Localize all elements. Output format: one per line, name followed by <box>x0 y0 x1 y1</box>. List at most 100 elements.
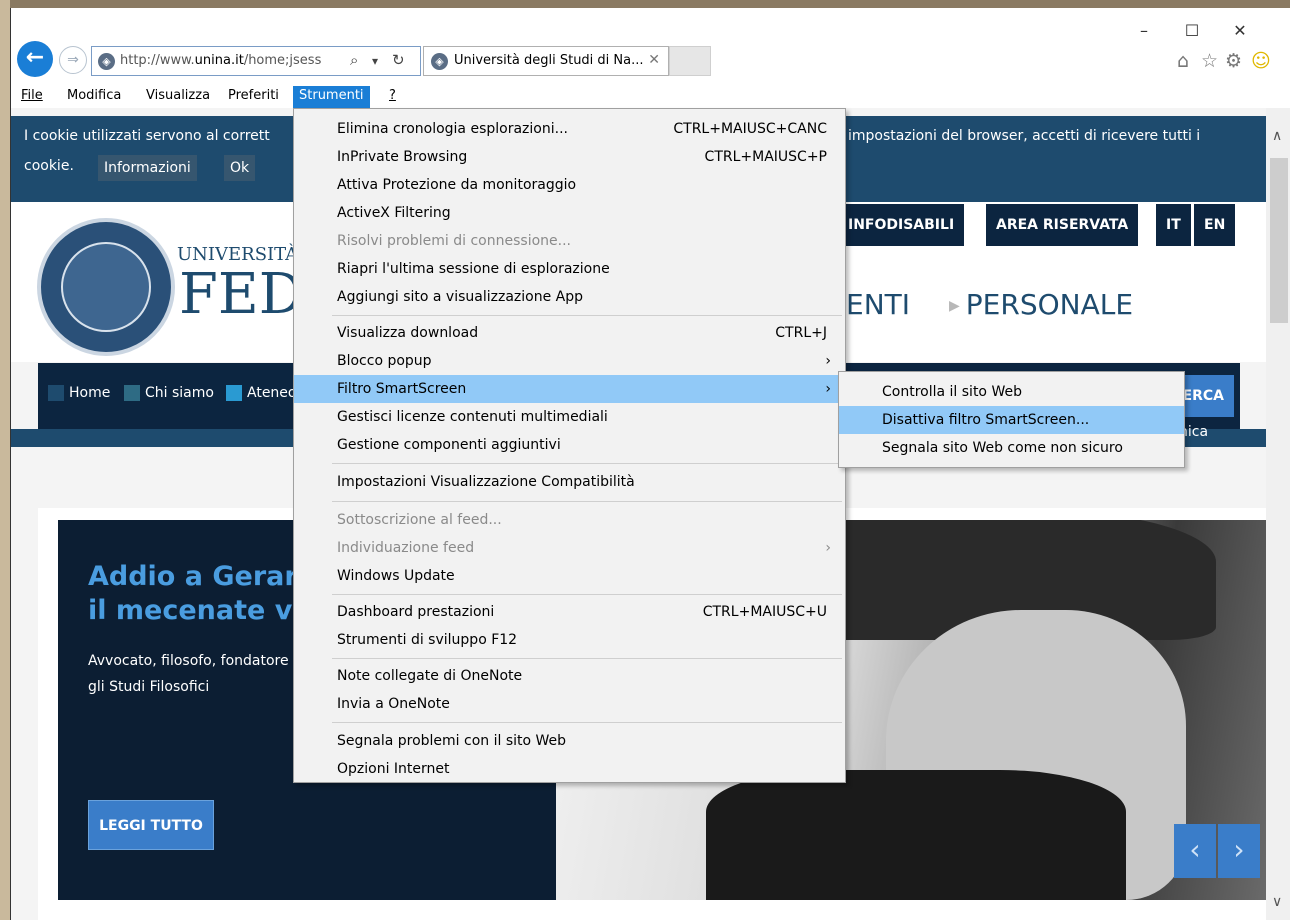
topnav-area-riservata[interactable]: AREA RISERVATA <box>986 204 1139 246</box>
tab-globe-icon: ◈ <box>431 53 448 70</box>
menu-item-segnala-problemi[interactable]: Segnala problemi con il sito Web <box>294 727 845 755</box>
hero-subtitle-line2: gli Studi Filosofici <box>88 679 210 695</box>
menu-item-label: Individuazione feed <box>337 540 475 556</box>
menu-item-compatibilita[interactable]: Impostazioni Visualizzazione Compatibili… <box>294 468 845 496</box>
menu-item-note-onenote[interactable]: Note collegate di OneNote <box>294 662 845 690</box>
topnav-infodisabili[interactable]: INFODISABILI <box>838 204 965 246</box>
menu-item-blocco-popup[interactable]: Blocco popup › <box>294 347 845 375</box>
menu-item-label: Opzioni Internet <box>337 761 450 777</box>
cookie-ok-button[interactable]: Ok <box>224 155 256 181</box>
tools-menu: Elimina cronologia esplorazioni... CTRL+M… <box>293 108 846 783</box>
smartscreen-submenu: Controlla il sito Web Disattiva filtro S… <box>838 371 1185 468</box>
hero-subtitle-line1: Avvocato, filosofo, fondatore <box>88 653 289 669</box>
triangle-right-icon: ▶ <box>949 298 960 314</box>
carousel-next-icon[interactable]: › <box>1218 824 1260 878</box>
menu-bar: File Modifica Visualizza Preferiti Strum… <box>11 86 1290 108</box>
hero-title[interactable]: Addio a Gerarc il mecenate vi <box>88 560 314 628</box>
menu-item-visualizza-download[interactable]: Visualizza download CTRL+J <box>294 319 845 347</box>
home-icon[interactable]: ⌂ <box>1177 50 1189 72</box>
gear-icon[interactable]: ⚙ <box>1225 50 1242 72</box>
search-icon[interactable]: ⌕ <box>350 51 358 69</box>
chevron-right-icon: › <box>825 381 831 397</box>
menu-item-dashboard-prestazioni[interactable]: Dashboard prestazioni CTRL+MAIUSC+U <box>294 598 845 626</box>
favorites-star-icon[interactable]: ☆ <box>1201 50 1218 72</box>
menu-item-label: Filtro SmartScreen <box>337 381 467 397</box>
menu-visualizza[interactable]: Visualizza <box>140 86 216 108</box>
back-button[interactable]: ← <box>17 41 53 77</box>
menu-item-label: Strumenti di sviluppo F12 <box>337 632 518 648</box>
close-tab-icon[interactable]: ✕ <box>648 52 660 68</box>
menu-item-label: Riapri l'ultima sessione di esplorazione <box>337 261 610 277</box>
menu-item-label: Attiva Protezione da monitoraggio <box>337 177 577 193</box>
submenu-item-controlla-sito[interactable]: Controlla il sito Web <box>839 378 1184 406</box>
bignav-enti[interactable]: ENTI <box>846 288 910 321</box>
url-suffix: /home;jsess <box>243 53 322 68</box>
menu-item-invia-onenote[interactable]: Invia a OneNote <box>294 690 845 718</box>
minimize-icon[interactable]: – <box>1121 16 1167 46</box>
submenu-item-segnala-non-sicuro[interactable]: Segnala sito Web come non sicuro <box>839 434 1184 462</box>
menu-item-label: Impostazioni Visualizzazione Compatibili… <box>337 474 635 490</box>
refresh-icon[interactable]: ↻ <box>392 51 405 69</box>
menu-help[interactable]: ? <box>383 86 402 108</box>
menu-file[interactable]: File <box>15 86 49 108</box>
maximize-icon[interactable]: ☐ <box>1169 16 1215 46</box>
bignav-personale[interactable]: ▶ PERSONALE <box>949 288 1133 321</box>
carousel-prev-icon[interactable]: ‹ <box>1174 824 1216 878</box>
menu-modifica[interactable]: Modifica <box>61 86 127 108</box>
menu-item-label: Note collegate di OneNote <box>337 668 523 684</box>
read-more-button[interactable]: LEGGI TUTTO <box>88 800 214 850</box>
submenu-item-label: Controlla il sito Web <box>882 384 1022 400</box>
menu-item-gestisci-licenze[interactable]: Gestisci licenze contenuti multimediali <box>294 403 845 431</box>
menu-item-label: Invia a OneNote <box>337 696 450 712</box>
menu-preferiti[interactable]: Preferiti <box>222 86 285 108</box>
menu-help-label: ? <box>389 88 396 103</box>
scroll-up-icon[interactable]: ∧ <box>1272 128 1282 144</box>
menu-item-riapri-sessione[interactable]: Riapri l'ultima sessione di esplorazione <box>294 255 845 283</box>
lang-it[interactable]: IT <box>1156 204 1191 246</box>
university-seal-logo[interactable] <box>37 218 175 356</box>
new-tab-button[interactable] <box>669 46 711 76</box>
menu-item-label: Risolvi problemi di connessione... <box>337 233 571 249</box>
scroll-thumb[interactable] <box>1270 158 1288 323</box>
smiley-feedback-icon[interactable]: ☺ <box>1251 50 1271 72</box>
nav-chi-siamo[interactable]: Chi siamo <box>124 385 214 401</box>
hero-title-line2: il mecenate vi <box>88 595 302 626</box>
menu-separator <box>332 658 842 659</box>
chevron-right-icon: › <box>825 540 831 556</box>
menu-item-sottoscrizione-feed: Sottoscrizione al feed... <box>294 506 845 534</box>
menu-item-windows-update[interactable]: Windows Update <box>294 562 845 590</box>
menu-item-opzioni-internet[interactable]: Opzioni Internet <box>294 755 845 783</box>
site-globe-icon: ◈ <box>98 53 115 70</box>
menu-item-filtro-smartscreen[interactable]: Filtro SmartScreen › <box>294 375 845 403</box>
menu-separator <box>332 594 842 595</box>
nav-ateneo[interactable]: Ateneo <box>226 385 297 401</box>
cookie-info-button[interactable]: Informazioni <box>98 155 197 181</box>
scroll-down-icon[interactable]: ∨ <box>1272 894 1282 910</box>
menu-item-elimina-cronologia[interactable]: Elimina cronologia esplorazioni... CTRL+M… <box>294 115 845 143</box>
menu-item-risolvi-problemi: Risolvi problemi di connessione... <box>294 227 845 255</box>
menu-item-protezione-monitoraggio[interactable]: Attiva Protezione da monitoraggio <box>294 171 845 199</box>
menu-item-inprivate[interactable]: InPrivate Browsing CTRL+MAIUSC+P <box>294 143 845 171</box>
menu-item-activex-filtering[interactable]: ActiveX Filtering <box>294 199 845 227</box>
menu-strumenti[interactable]: Strumenti <box>293 86 370 108</box>
lang-en[interactable]: EN <box>1194 204 1236 246</box>
address-bar[interactable]: ◈ http://www.unina.it/home;jsess ⌕ ▾ ↻ <box>91 46 421 76</box>
chevron-right-icon: › <box>825 353 831 369</box>
menu-item-shortcut: CTRL+MAIUSC+U <box>702 604 827 620</box>
menu-item-sviluppo-f12[interactable]: Strumenti di sviluppo F12 <box>294 626 845 654</box>
close-window-icon[interactable]: ✕ <box>1217 16 1263 46</box>
nav-chi-siamo-label: Chi siamo <box>145 385 214 401</box>
vertical-scrollbar[interactable]: ∧ ∨ <box>1266 108 1290 920</box>
menu-item-gestione-componenti[interactable]: Gestione componenti aggiuntivi <box>294 431 845 459</box>
chevron-down-icon[interactable]: ▾ <box>372 54 378 68</box>
menu-item-aggiungi-app[interactable]: Aggiungi sito a visualizzazione App <box>294 283 845 311</box>
forward-button[interactable]: ⇒ <box>59 46 87 74</box>
menu-item-label: Gestione componenti aggiuntivi <box>337 437 561 453</box>
nav-home[interactable]: Home <box>48 385 110 401</box>
tab-unina[interactable]: ◈ Università degli Studi di Na... ✕ <box>423 46 669 76</box>
menu-file-label: File <box>21 88 43 103</box>
hero-title-line1: Addio a Gerarc <box>88 561 314 592</box>
url-text[interactable]: http://www.unina.it/home;jsess <box>120 53 345 68</box>
submenu-item-disattiva-filtro[interactable]: Disattiva filtro SmartScreen... <box>839 406 1184 434</box>
menu-separator <box>332 501 842 502</box>
